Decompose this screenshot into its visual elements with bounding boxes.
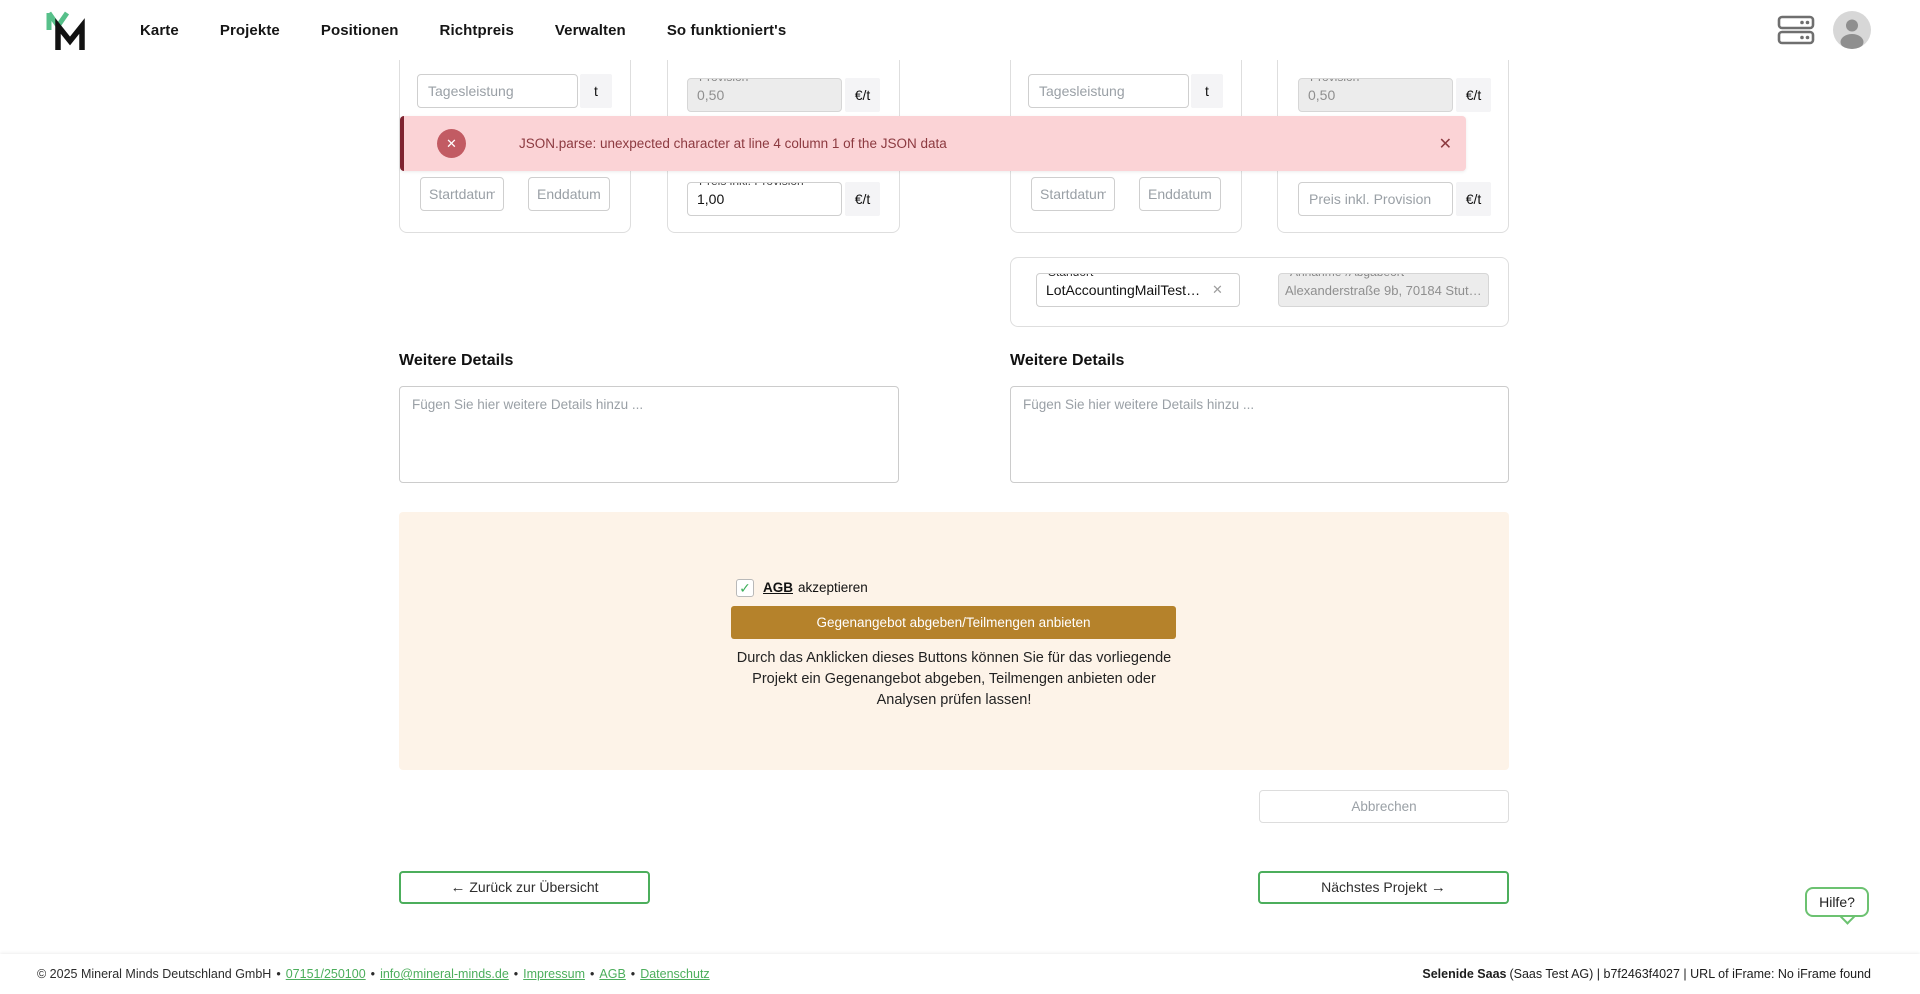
user-avatar[interactable] — [1833, 11, 1871, 49]
unit-eur-t-left-1: €/t — [845, 78, 880, 112]
preis-inkl-provision-value-left: 1,00 — [697, 191, 724, 207]
tagesleistung-input-left[interactable] — [417, 74, 578, 108]
preis-inkl-provision-field-left[interactable]: Preis inkl. Provision 1,00 — [687, 182, 842, 216]
provision-value-left: 0,50 — [697, 87, 724, 103]
tagesleistung-input-right[interactable] — [1028, 74, 1189, 108]
page: Karte Projekte Positionen Richtpreis Ver… — [0, 0, 1920, 994]
submit-counter-offer-button[interactable]: Gegenangebot abgeben/Teilmengen anbieten — [731, 606, 1176, 639]
provision-label-right: Provision — [1306, 78, 1363, 84]
offer-description-line: Projekt ein Gegenangebot abgeben, Teilme… — [704, 669, 1204, 690]
unit-t-right: t — [1191, 74, 1223, 108]
location-card: Standort LotAccountingMailTests (~3 k...… — [1010, 257, 1509, 327]
details-textarea-right[interactable] — [1010, 386, 1509, 483]
abgabeort-field: Annahme-/Abgabeort Alexanderstraße 9b, 7… — [1278, 273, 1489, 307]
footer-separator: • — [514, 967, 518, 981]
arrow-left-icon: ← — [450, 879, 465, 896]
startdatum-input-left[interactable] — [420, 177, 504, 211]
counter-offer-section: ✓ AGB akzeptieren Gegenangebot abgeben/Te… — [399, 512, 1509, 770]
preis-inkl-provision-input-right[interactable] — [1298, 182, 1453, 216]
offer-description-line: Durch das Anklicken dieses Buttons könne… — [704, 648, 1204, 669]
footer-separator: • — [371, 967, 375, 981]
abgabeort-value: Alexanderstraße 9b, 70184 Stuttgart — [1285, 283, 1482, 298]
footer-left: © 2025 Mineral Minds Deutschland GmbH • … — [37, 954, 710, 994]
enddatum-input-right[interactable] — [1139, 177, 1221, 211]
footer-link-phone[interactable]: 07151/250100 — [286, 967, 366, 981]
unit-t-left: t — [580, 74, 612, 108]
agb-label-rest: akzeptieren — [798, 580, 868, 595]
footer-right: Selenide Saas (Saas Test AG) | b7f2463f4… — [1422, 954, 1871, 994]
standort-label: Standort — [1044, 273, 1097, 279]
nav-item-so-funktionierts[interactable]: So funktioniert's — [667, 22, 786, 39]
footer-separator: • — [276, 967, 280, 981]
person-icon — [1833, 11, 1871, 49]
cancel-button[interactable]: Abbrechen — [1259, 790, 1509, 823]
nav-item-verwalten[interactable]: Verwalten — [555, 22, 626, 39]
saas-info: (Saas Test AG) | b7f2463f4027 | URL of i… — [1509, 967, 1871, 981]
details-heading-left: Weitere Details — [399, 352, 513, 370]
preis-inkl-provision-label-left: Preis inkl. Provision — [695, 182, 808, 188]
nav-item-karte[interactable]: Karte — [140, 22, 179, 39]
abgabeort-label: Annahme-/Abgabeort — [1286, 273, 1408, 279]
unit-eur-t-right-2: €/t — [1456, 182, 1491, 216]
server-icon[interactable] — [1776, 15, 1818, 45]
standort-field[interactable]: Standort LotAccountingMailTests (~3 k...… — [1036, 273, 1240, 307]
next-button-label: Nächstes Projekt — [1321, 879, 1427, 895]
saas-name: Selenide Saas — [1422, 967, 1506, 981]
nav-item-richtpreis[interactable]: Richtpreis — [440, 22, 514, 39]
error-circle-icon: ✕ — [437, 129, 466, 158]
footer-link-datenschutz[interactable]: Datenschutz — [640, 967, 709, 981]
alert-close-icon[interactable]: ✕ — [1439, 116, 1452, 171]
alert-message: JSON.parse: unexpected character at line… — [519, 116, 947, 171]
checkmark-icon: ✓ — [739, 581, 751, 595]
provision-field-right: Provision 0,50 — [1298, 78, 1453, 112]
standort-value: LotAccountingMailTests (~3 k... — [1046, 282, 1206, 298]
agb-checkbox[interactable]: ✓ — [736, 579, 754, 597]
error-alert: ✕ JSON.parse: unexpected character at li… — [400, 116, 1466, 171]
next-project-button[interactable]: Nächstes Projekt → — [1258, 871, 1509, 904]
alert-accent-bar — [400, 116, 404, 171]
startdatum-input-right[interactable] — [1031, 177, 1115, 211]
footer: © 2025 Mineral Minds Deutschland GmbH • … — [0, 954, 1920, 994]
agb-label-row: AGB akzeptieren — [763, 580, 868, 595]
enddatum-input-left[interactable] — [528, 177, 610, 211]
arrow-right-icon: → — [1431, 879, 1446, 896]
footer-separator: • — [631, 967, 635, 981]
details-textarea-left[interactable] — [399, 386, 899, 483]
footer-link-impressum[interactable]: Impressum — [523, 967, 585, 981]
provision-value-right: 0,50 — [1308, 87, 1335, 103]
offer-description-line: Analysen prüfen lassen! — [704, 690, 1204, 711]
footer-link-agb[interactable]: AGB — [599, 967, 625, 981]
provision-label-left: Provision — [695, 78, 752, 84]
offer-description: Durch das Anklicken dieses Buttons könne… — [704, 648, 1204, 711]
main-nav: Karte Projekte Positionen Richtpreis Ver… — [140, 0, 786, 60]
footer-link-email[interactable]: info@mineral-minds.de — [380, 967, 509, 981]
nav-item-positionen[interactable]: Positionen — [321, 22, 399, 39]
unit-eur-t-right-1: €/t — [1456, 78, 1491, 112]
unit-eur-t-left-2: €/t — [845, 182, 880, 216]
provision-field-left: Provision 0,50 — [687, 78, 842, 112]
details-heading-right: Weitere Details — [1010, 352, 1124, 370]
clear-standort-icon[interactable]: ✕ — [1212, 282, 1223, 298]
copyright-text: © 2025 Mineral Minds Deutschland GmbH — [37, 967, 271, 981]
footer-separator: • — [590, 967, 594, 981]
top-navigation-bar: Karte Projekte Positionen Richtpreis Ver… — [0, 0, 1920, 60]
back-button-label: Zurück zur Übersicht — [469, 879, 598, 895]
nav-item-projekte[interactable]: Projekte — [220, 22, 280, 39]
help-button[interactable]: Hilfe? — [1805, 887, 1869, 917]
agb-link[interactable]: AGB — [763, 580, 793, 595]
mineral-minds-logo-icon[interactable] — [44, 8, 90, 54]
back-to-overview-button[interactable]: ← Zurück zur Übersicht — [399, 871, 650, 904]
